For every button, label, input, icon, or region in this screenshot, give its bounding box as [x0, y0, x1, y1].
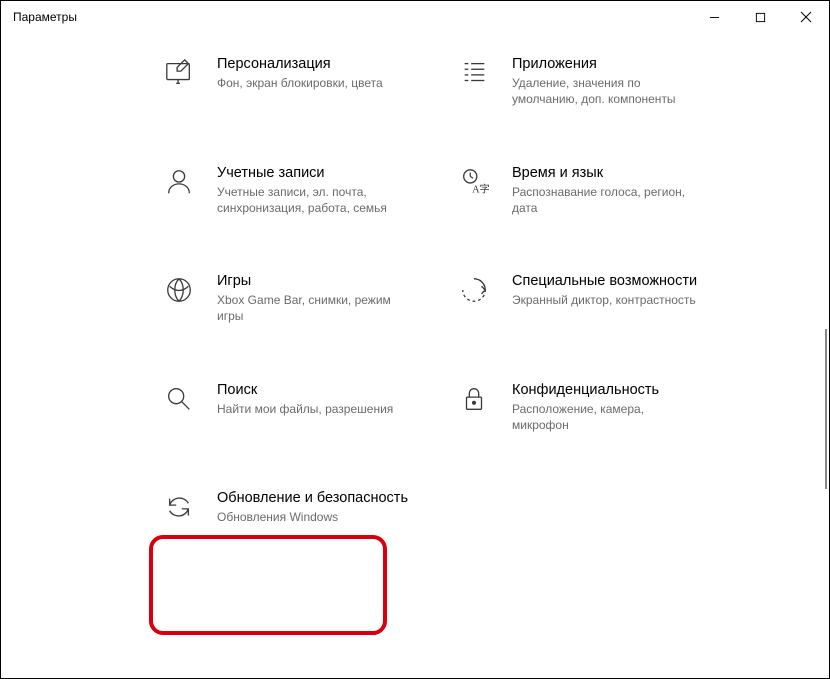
- privacy-icon: [456, 381, 492, 417]
- tile-title: Учетные записи: [217, 164, 407, 182]
- close-button[interactable]: [783, 1, 829, 33]
- tile-text: Поиск Найти мои файлы, разрешения: [217, 381, 393, 417]
- window-controls: [691, 1, 829, 33]
- tile-text: Персонализация Фон, экран блокировки, цв…: [217, 55, 383, 91]
- tile-accounts[interactable]: Учетные записи Учетные записи, эл. почта…: [161, 164, 426, 217]
- svg-text:A字: A字: [472, 182, 489, 195]
- tile-text: Обновление и безопасность Обновления Win…: [217, 489, 408, 525]
- tile-desc: Расположение, камера, микрофон: [512, 401, 702, 433]
- tile-text: Приложения Удаление, значения по умолчан…: [512, 55, 702, 108]
- update-icon: [161, 489, 197, 525]
- tile-text: Игры Xbox Game Bar, снимки, режим игры: [217, 272, 407, 325]
- accounts-icon: [161, 164, 197, 200]
- settings-window: Параметры Персонализация Фон, экран блок…: [1, 1, 829, 678]
- accessibility-icon: [456, 272, 492, 308]
- minimize-button[interactable]: [691, 1, 737, 33]
- tile-apps[interactable]: Приложения Удаление, значения по умолчан…: [456, 55, 721, 108]
- tile-desc: Фон, экран блокировки, цвета: [217, 75, 383, 91]
- annotation-highlight: [149, 535, 387, 635]
- tile-desc: Найти мои файлы, разрешения: [217, 401, 393, 417]
- tile-desc: Экранный диктор, контрастность: [512, 292, 697, 308]
- titlebar: Параметры: [1, 1, 829, 33]
- tile-text: Конфиденциальность Расположение, камера,…: [512, 381, 702, 434]
- personalization-icon: [161, 55, 197, 91]
- tile-gaming[interactable]: Игры Xbox Game Bar, снимки, режим игры: [161, 272, 426, 325]
- tile-title: Время и язык: [512, 164, 702, 182]
- tile-desc: Xbox Game Bar, снимки, режим игры: [217, 292, 407, 324]
- maximize-button[interactable]: [737, 1, 783, 33]
- tile-desc: Распознавание голоса, регион, дата: [512, 184, 702, 216]
- tile-text: Время и язык Распознавание голоса, регио…: [512, 164, 702, 217]
- tile-update-security[interactable]: Обновление и безопасность Обновления Win…: [161, 489, 426, 525]
- tile-title: Игры: [217, 272, 407, 290]
- tile-accessibility[interactable]: Специальные возможности Экранный диктор,…: [456, 272, 721, 325]
- window-title: Параметры: [13, 10, 691, 24]
- tile-time-language[interactable]: A字 Время и язык Распознавание голоса, ре…: [456, 164, 721, 217]
- gaming-icon: [161, 272, 197, 308]
- scrollbar[interactable]: [825, 329, 827, 489]
- time-language-icon: A字: [456, 164, 492, 200]
- tile-title: Персонализация: [217, 55, 383, 73]
- tile-desc: Обновления Windows: [217, 509, 407, 525]
- apps-icon: [456, 55, 492, 91]
- tile-desc: Удаление, значения по умолчанию, доп. ко…: [512, 75, 702, 107]
- tile-text: Специальные возможности Экранный диктор,…: [512, 272, 697, 308]
- tile-search[interactable]: Поиск Найти мои файлы, разрешения: [161, 381, 426, 434]
- tile-title: Приложения: [512, 55, 702, 73]
- tile-privacy[interactable]: Конфиденциальность Расположение, камера,…: [456, 381, 721, 434]
- search-icon: [161, 381, 197, 417]
- tile-personalization[interactable]: Персонализация Фон, экран блокировки, цв…: [161, 55, 426, 108]
- tile-text: Учетные записи Учетные записи, эл. почта…: [217, 164, 407, 217]
- tile-title: Конфиденциальность: [512, 381, 702, 399]
- tile-title: Специальные возможности: [512, 272, 697, 290]
- tile-desc: Учетные записи, эл. почта, синхронизация…: [217, 184, 407, 216]
- tile-title: Поиск: [217, 381, 393, 399]
- tile-title: Обновление и безопасность: [217, 489, 408, 507]
- content-area: Персонализация Фон, экран блокировки, цв…: [1, 33, 829, 678]
- settings-grid: Персонализация Фон, экран блокировки, цв…: [161, 55, 721, 525]
